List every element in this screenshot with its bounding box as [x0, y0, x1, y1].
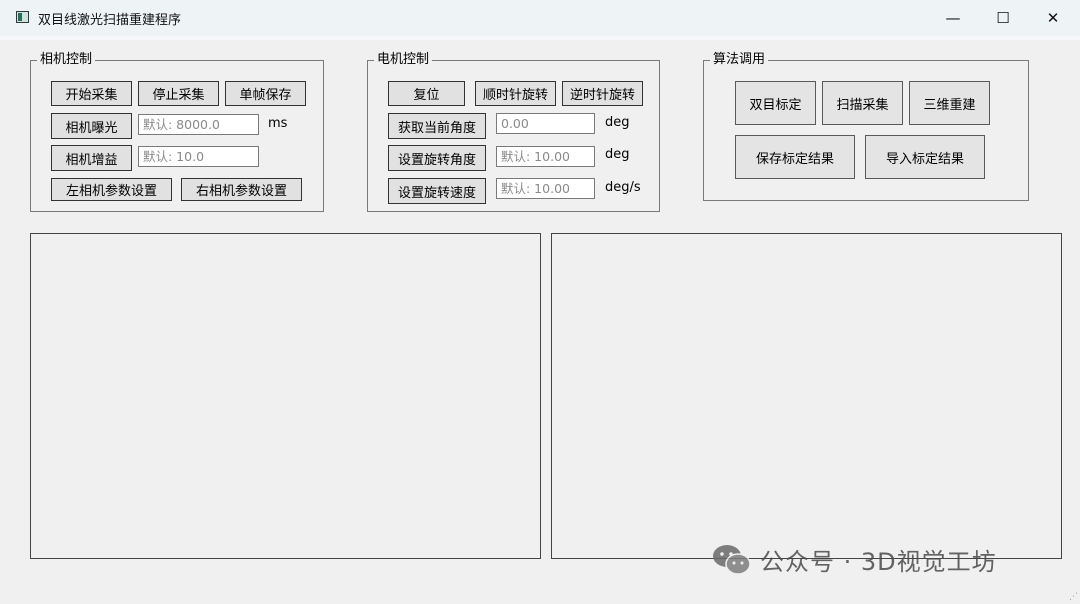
right-camera-params-button[interactable]: 右相机参数设置: [181, 178, 302, 201]
gain-button[interactable]: 相机增益: [51, 145, 132, 171]
save-calibration-button[interactable]: 保存标定结果: [735, 135, 855, 179]
set-speed-button[interactable]: 设置旋转速度: [388, 178, 486, 204]
left-camera-params-button[interactable]: 左相机参数设置: [51, 178, 172, 201]
exposure-button[interactable]: 相机曝光: [51, 113, 132, 139]
close-button[interactable]: ✕: [1030, 0, 1076, 36]
scan-capture-button[interactable]: 扫描采集: [822, 81, 903, 125]
stereo-calibration-button[interactable]: 双目标定: [735, 81, 816, 125]
get-angle-button[interactable]: 获取当前角度: [388, 113, 486, 139]
camera-control-legend: 相机控制: [40, 52, 93, 67]
stop-capture-button[interactable]: 停止采集: [138, 81, 219, 106]
app-icon: [16, 11, 29, 23]
rotate-cw-button[interactable]: 顺时针旋转: [475, 81, 556, 106]
set-angle-unit: deg: [605, 147, 630, 162]
left-image-view: [30, 233, 541, 559]
window-title: 双目线激光扫描重建程序: [38, 13, 182, 28]
current-angle-field[interactable]: [496, 113, 595, 134]
divider: [0, 36, 1080, 40]
motor-control-legend: 电机控制: [377, 52, 430, 67]
watermark: 公众号 · 3D视觉工坊: [712, 542, 997, 577]
set-angle-input[interactable]: [496, 146, 595, 167]
angle-unit: deg: [605, 115, 630, 130]
wechat-icon: [713, 544, 751, 575]
load-calibration-button[interactable]: 导入标定结果: [865, 135, 985, 179]
resize-grip[interactable]: ⋰: [1069, 592, 1078, 602]
exposure-unit: ms: [268, 116, 288, 131]
set-angle-button[interactable]: 设置旋转角度: [388, 145, 486, 171]
minimize-button[interactable]: —: [930, 0, 976, 36]
watermark-text: 公众号 · 3D视觉工坊: [760, 548, 997, 576]
speed-unit: deg/s: [605, 180, 641, 195]
reconstruct-3d-button[interactable]: 三维重建: [909, 81, 990, 125]
right-image-view: [551, 233, 1062, 559]
rotate-ccw-button[interactable]: 逆时针旋转: [562, 81, 643, 106]
exposure-input[interactable]: [138, 114, 259, 135]
save-frame-button[interactable]: 单帧保存: [225, 81, 306, 106]
maximize-icon: ☐: [996, 9, 1010, 27]
title-bar: 双目线激光扫描重建程序 — ☐ ✕: [0, 0, 1080, 36]
set-speed-input[interactable]: [496, 178, 595, 199]
gain-input[interactable]: [138, 146, 259, 167]
maximize-button[interactable]: ☐: [980, 0, 1026, 36]
minimize-icon: —: [945, 9, 961, 27]
algorithm-legend: 算法调用: [713, 52, 766, 67]
close-icon: ✕: [1046, 9, 1060, 27]
reset-button[interactable]: 复位: [388, 81, 465, 106]
start-capture-button[interactable]: 开始采集: [51, 81, 132, 106]
